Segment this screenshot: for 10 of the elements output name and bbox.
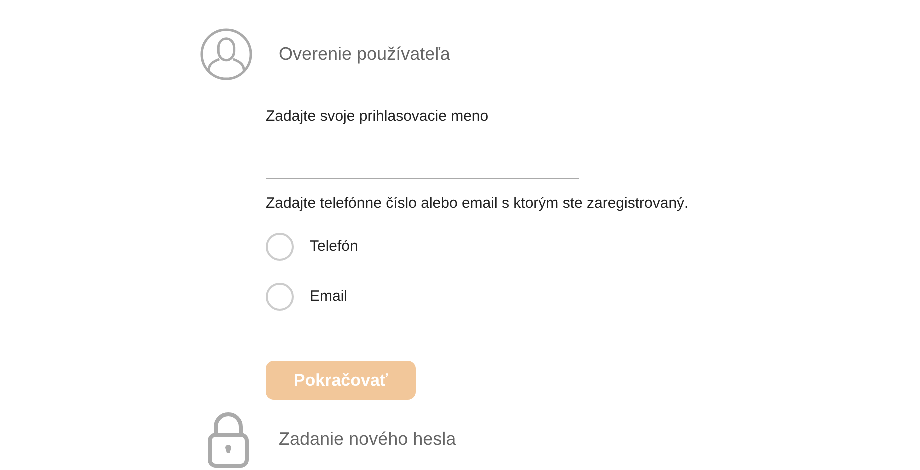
radio-button[interactable] bbox=[266, 233, 294, 261]
radio-button[interactable] bbox=[266, 283, 294, 311]
step-title: Zadanie nového hesla bbox=[279, 428, 456, 450]
field-label: Zadajte svoje prihlasovacie meno bbox=[266, 107, 490, 127]
radio-label: Email bbox=[310, 286, 348, 307]
lock-icon bbox=[208, 410, 249, 468]
user-icon bbox=[200, 28, 253, 80]
field-label: Zadajte telefónne číslo alebo email s ktorým ste zaregistrovaný. bbox=[266, 194, 690, 214]
step-title: Overenie používateľa bbox=[279, 42, 450, 66]
radio-label: Telefón bbox=[310, 236, 358, 257]
